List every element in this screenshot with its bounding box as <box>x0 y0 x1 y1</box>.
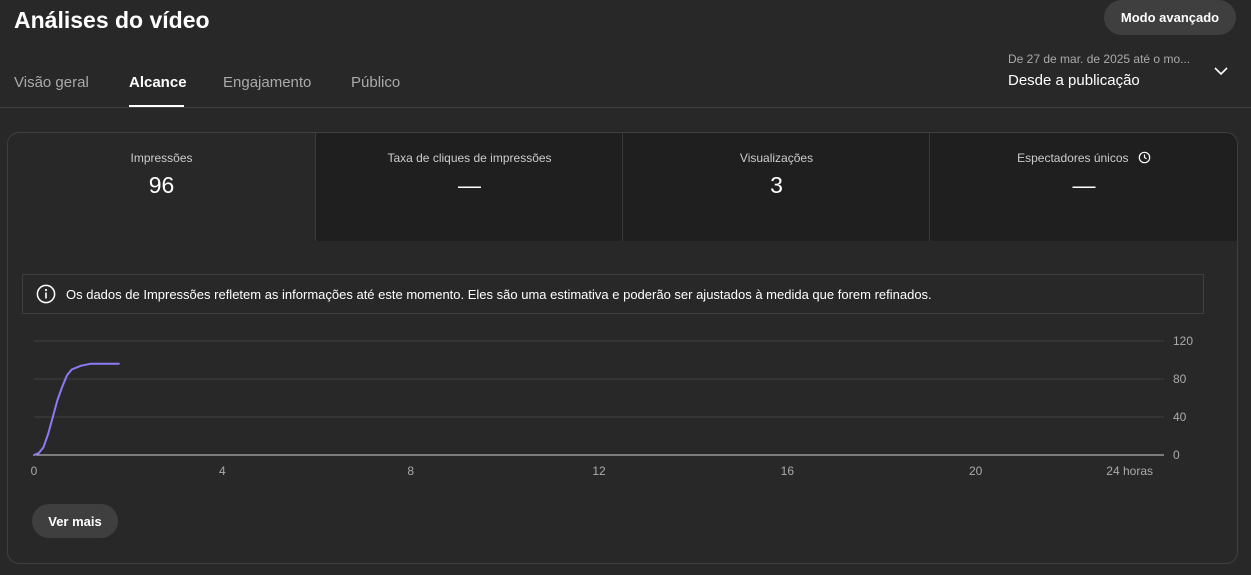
metric-label-wrap: Espectadores únicos <box>930 151 1237 165</box>
tab-overview[interactable]: Visão geral <box>14 74 89 91</box>
info-icon <box>36 284 56 304</box>
x-tick-label: 8 <box>407 464 414 478</box>
x-tick-label: 20 <box>969 464 983 478</box>
metric-value: 96 <box>148 172 175 198</box>
tab-reach[interactable]: Alcance <box>129 74 187 91</box>
clock-icon <box>1138 151 1151 164</box>
metric-value: — <box>1072 172 1096 198</box>
date-range-subtitle: De 27 de mar. de 2025 até o mo... <box>1008 52 1191 66</box>
metric-value: — <box>458 172 481 198</box>
y-tick-label: 40 <box>1173 410 1187 424</box>
chevron-down-icon <box>1214 67 1228 76</box>
metric-unique-viewers[interactable]: Espectadores únicos — <box>929 133 1237 241</box>
metric-label: Visualizações <box>739 151 814 165</box>
y-tick-label: 80 <box>1173 372 1187 386</box>
see-more-button[interactable]: Ver mais <box>32 504 118 538</box>
y-tick-label: 120 <box>1173 334 1193 348</box>
impressions-series-line <box>33 362 120 456</box>
metric-value: 3 <box>770 172 783 198</box>
x-tick-label: 0 <box>31 464 38 478</box>
reach-card: Impressões 96 Taxa de cliques de impress… <box>7 132 1238 564</box>
date-range-selector[interactable]: De 27 de mar. de 2025 até o mo... Desde … <box>1008 52 1238 92</box>
metric-ctr[interactable]: Taxa de cliques de impressões — <box>315 133 623 241</box>
x-tick-label: 12 <box>592 464 606 478</box>
y-tick-label: 0 <box>1173 448 1180 462</box>
metric-label: Impressões <box>130 151 193 165</box>
metric-label: Espectadores únicos <box>1017 151 1129 165</box>
date-range-label: Desde a publicação <box>1008 72 1140 89</box>
notice-text: Os dados de Impressões refletem as infor… <box>66 287 932 302</box>
metric-impressions[interactable]: Impressões 96 <box>8 133 315 241</box>
x-tick-label: 24 horas <box>1106 464 1153 478</box>
metric-views[interactable]: Visualizações 3 <box>622 133 930 241</box>
x-tick-label: 4 <box>219 464 226 478</box>
impressions-notice: Os dados de Impressões refletem as infor… <box>22 274 1204 314</box>
header-divider <box>0 107 1251 108</box>
metric-label: Taxa de cliques de impressões <box>387 151 552 165</box>
tab-engagement[interactable]: Engajamento <box>223 74 311 91</box>
advanced-mode-button[interactable]: Modo avançado <box>1104 0 1236 35</box>
impressions-chart: 0 40 80 120 0 4 8 12 16 20 24 horas <box>31 334 1194 478</box>
tab-audience[interactable]: Público <box>351 74 400 91</box>
metrics-row: Impressões 96 Taxa de cliques de impress… <box>8 133 1237 241</box>
x-tick-label: 16 <box>781 464 795 478</box>
page-title: Análises do vídeo <box>14 7 210 33</box>
